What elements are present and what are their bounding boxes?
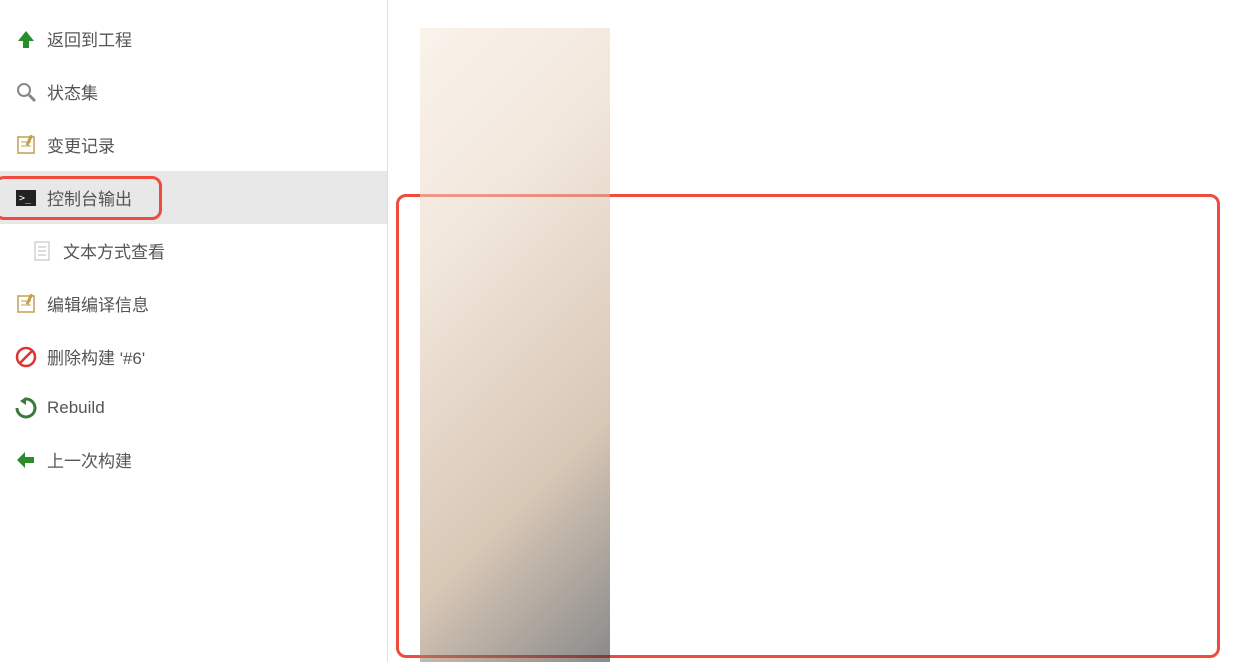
sidebar-item-back-to-project[interactable]: 返回到工程 — [0, 12, 387, 65]
left-arrow-icon — [15, 449, 37, 471]
sidebar-item-edit-build-info[interactable]: 编辑编译信息 — [0, 277, 387, 330]
main-content: 控制台输出 Started by user admin Running as S… — [388, 0, 1246, 662]
sidebar-item-changes[interactable]: 变更记录 — [0, 118, 387, 171]
document-icon — [31, 240, 53, 262]
sidebar-item-label: 编辑编译信息 — [47, 291, 149, 316]
notepad-edit-icon — [15, 293, 37, 315]
sidebar-item-label: 上一次构建 — [47, 447, 132, 472]
sidebar-item-label: 变更记录 — [47, 132, 115, 157]
rebuild-icon — [15, 397, 37, 419]
magnifier-icon — [15, 81, 37, 103]
sidebar-item-label: 状态集 — [47, 79, 98, 104]
delete-icon — [15, 346, 37, 368]
sidebar-item-rebuild[interactable]: Rebuild — [0, 383, 387, 433]
sidebar-item-console-output[interactable]: >_ 控制台输出 — [0, 171, 387, 224]
sidebar-item-label: 返回到工程 — [47, 26, 132, 51]
sidebar-item-label: 文本方式查看 — [63, 238, 165, 263]
up-arrow-icon — [15, 28, 37, 50]
sidebar: 返回到工程 状态集 变更记录 >_ 控制台输出 文本方式查看 编辑编译信息 — [0, 0, 388, 662]
notepad-icon — [15, 134, 37, 156]
sidebar-item-delete-build[interactable]: 删除构建 '#6' — [0, 330, 387, 383]
terminal-icon: >_ — [15, 187, 37, 209]
sidebar-item-label: Rebuild — [47, 398, 105, 418]
sidebar-item-label: 删除构建 '#6' — [47, 344, 145, 369]
sidebar-item-status[interactable]: 状态集 — [0, 65, 387, 118]
sidebar-item-label: 控制台输出 — [47, 185, 132, 210]
svg-text:>_: >_ — [19, 193, 32, 204]
sidebar-item-previous-build[interactable]: 上一次构建 — [0, 433, 387, 486]
background-art — [420, 28, 610, 662]
sidebar-item-view-as-text[interactable]: 文本方式查看 — [0, 224, 387, 277]
